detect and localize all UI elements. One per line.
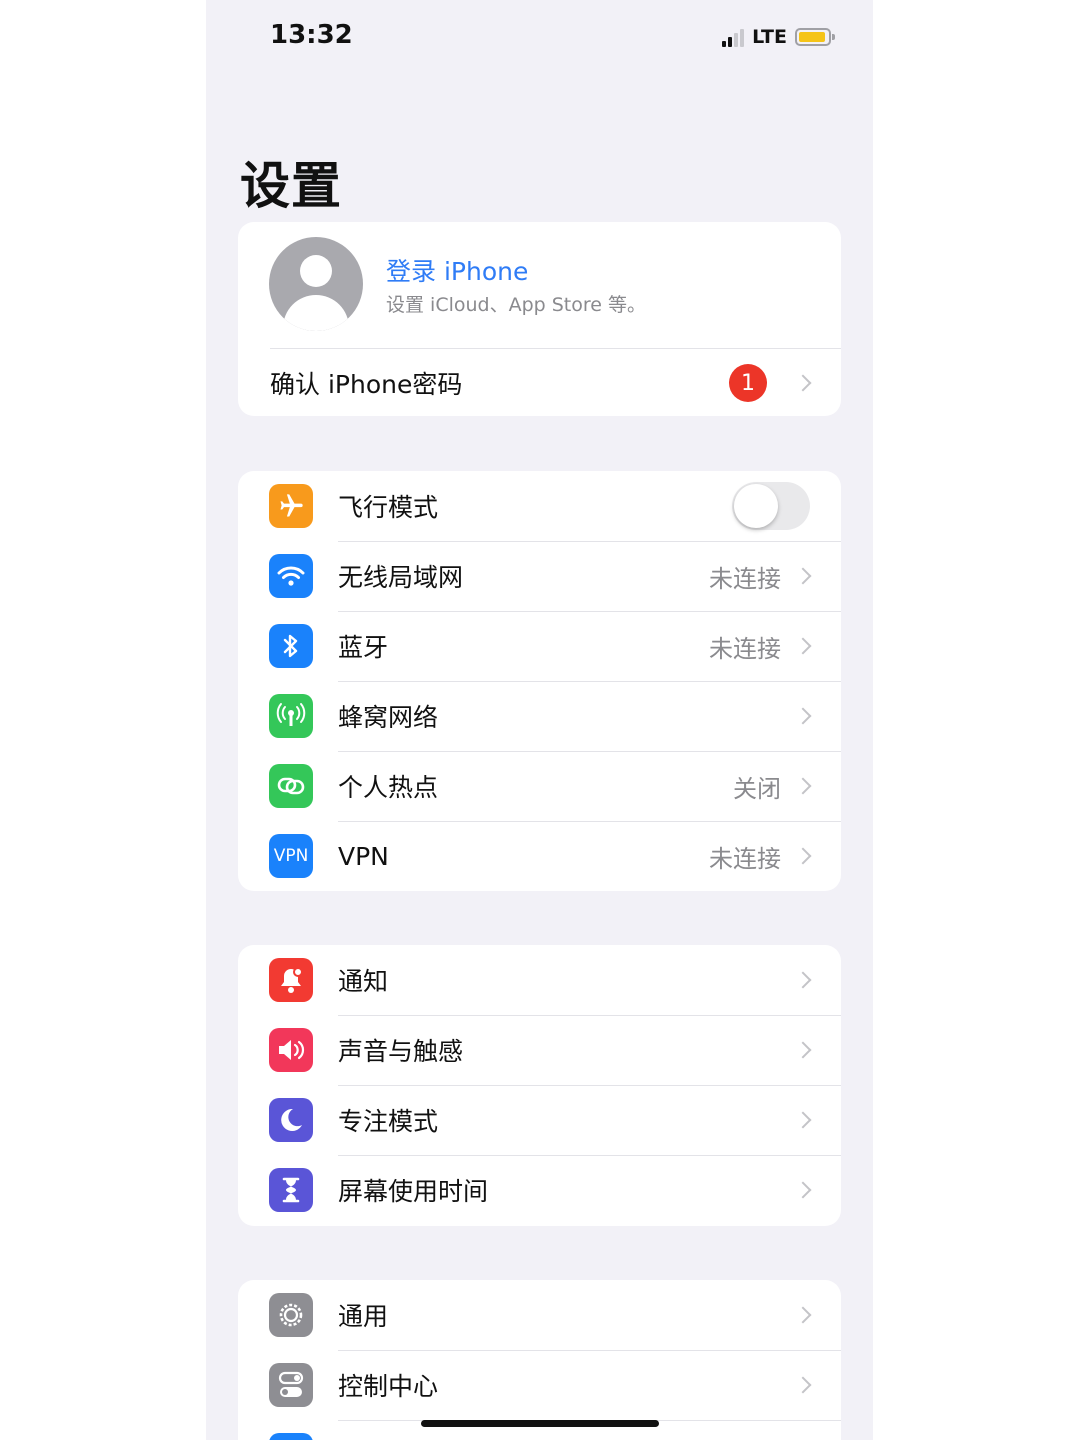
general-label: 通用 [338,1302,389,1331]
connectivity-card: 飞行模式 无线局域网 未连接 蓝牙 未连接 蜂窝网络 个人热点 关闭 VPN V… [238,471,841,891]
bluetooth-icon [269,624,313,668]
vpn-status: 未连接 [709,844,781,873]
airplane-icon [269,484,313,528]
focus-label: 专注模式 [338,1107,439,1136]
hourglass-icon [269,1168,313,1212]
bluetooth-row[interactable]: 蓝牙 未连接 [238,611,841,681]
chevron-right-icon [794,1376,812,1394]
notifications-row[interactable]: 通知 [238,945,841,1015]
battery-icon [795,28,835,46]
confirm-password-label: 确认 iPhone密码 [270,370,463,399]
sounds-row[interactable]: 声音与触感 [238,1015,841,1085]
notification-badge: 1 [729,364,767,402]
wifi-row[interactable]: 无线局域网 未连接 [238,541,841,611]
chevron-right-icon [794,971,812,989]
speaker-icon [269,1028,313,1072]
vpn-row[interactable]: VPN VPN 未连接 [238,821,841,891]
page-title: 设置 [240,157,342,215]
chevron-right-icon [794,1181,812,1199]
bluetooth-label: 蓝牙 [338,633,389,662]
sounds-label: 声音与触感 [338,1037,464,1066]
moon-icon [269,1098,313,1142]
cellular-row[interactable]: 蜂窝网络 [238,681,841,751]
chevron-right-icon [794,777,812,795]
network-type: LTE [752,26,787,48]
focus-row[interactable]: 专注模式 [238,1085,841,1155]
status-indicators: LTE [722,24,835,50]
hotspot-icon [269,764,313,808]
control-center-row[interactable]: 控制中心 [238,1350,841,1420]
general-card: 通用 控制中心 [238,1280,841,1440]
airplane-mode-row[interactable]: 飞行模式 [238,471,841,541]
sign-in-link[interactable]: 登录 iPhone [386,252,528,288]
hotspot-status: 关闭 [733,774,781,803]
chevron-right-icon [794,1111,812,1129]
settings-screen: 13:32 LTE 设置 登录 iPhone 设置 iCloud、App Sto… [206,0,873,1440]
chevron-right-icon [794,637,812,655]
notifications-card: 通知 声音与触感 专注模式 屏幕使用时间 [238,945,841,1226]
vpn-icon: VPN [269,834,313,878]
chevron-right-icon [794,847,812,865]
wifi-icon [269,554,313,598]
gear-icon [269,1293,313,1337]
general-row[interactable]: 通用 [238,1280,841,1350]
home-indicator[interactable] [421,1420,659,1427]
signal-icon [722,27,745,47]
screen-time-row[interactable]: 屏幕使用时间 [238,1155,841,1225]
bluetooth-status: 未连接 [709,634,781,663]
airplane-mode-label: 飞行模式 [338,493,439,522]
cellular-icon [269,694,313,738]
cellular-label: 蜂窝网络 [338,703,439,732]
chevron-right-icon [794,567,812,585]
status-time: 13:32 [270,20,353,50]
avatar [269,237,363,331]
chevron-right-icon [794,1306,812,1324]
chevron-right-icon [794,1041,812,1059]
control-center-icon [269,1363,313,1407]
control-center-label: 控制中心 [338,1372,439,1401]
wifi-status: 未连接 [709,564,781,593]
wifi-label: 无线局域网 [338,563,464,592]
confirm-password-row[interactable]: 确认 iPhone密码 1 [238,348,841,416]
sign-in-subtitle: 设置 iCloud、App Store 等。 [386,294,647,316]
chevron-right-icon [794,707,812,725]
bell-icon [269,958,313,1002]
account-card: 登录 iPhone 设置 iCloud、App Store 等。 确认 iPho… [238,222,841,416]
hotspot-label: 个人热点 [338,773,439,802]
screen-time-label: 屏幕使用时间 [338,1177,489,1206]
chevron-right-icon [794,374,812,392]
vpn-label: VPN [338,841,389,871]
sign-in-row[interactable]: 登录 iPhone 设置 iCloud、App Store 等。 [238,222,841,348]
notifications-label: 通知 [338,967,389,996]
hotspot-row[interactable]: 个人热点 关闭 [238,751,841,821]
airplane-mode-toggle[interactable] [732,482,810,530]
display-icon [269,1433,313,1440]
